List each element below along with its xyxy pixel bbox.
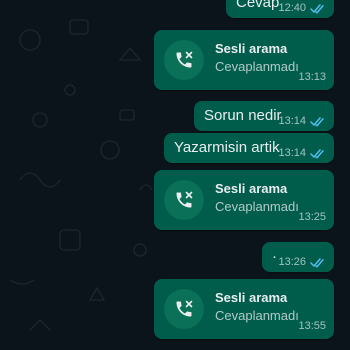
- call-icon-container: [164, 289, 204, 329]
- read-receipt-icon: [310, 116, 324, 127]
- message-time: 13:55: [298, 320, 326, 332]
- call-status: Cevaplanmadı: [215, 199, 299, 214]
- message-text: Sorun nedir: [204, 107, 282, 124]
- call-icon-container: [164, 180, 204, 220]
- message-text: Yazarmisin artik: [174, 139, 280, 156]
- message-text: Cevap: [236, 0, 280, 11]
- call-title: Sesli arama: [215, 181, 288, 196]
- call-title: Sesli arama: [215, 41, 288, 56]
- message-time: 13:25: [298, 211, 326, 223]
- message-meta: 13:26: [278, 256, 326, 268]
- missed-call-bubble[interactable]: Sesli arama Cevaplanmadı 13:55: [154, 279, 334, 339]
- call-status: Cevaplanmadı: [215, 308, 299, 323]
- message-bubble[interactable]: · 13:26: [262, 242, 334, 272]
- message-bubble[interactable]: Cevap 12:40: [226, 0, 334, 18]
- message-meta: 13:14: [278, 115, 326, 127]
- missed-call-icon: [176, 51, 193, 68]
- read-receipt-icon: [310, 148, 324, 159]
- message-meta: 12:40: [278, 2, 326, 14]
- message-time: 12:40: [278, 2, 306, 14]
- missed-call-bubble[interactable]: Sesli arama Cevaplanmadı 13:25: [154, 170, 334, 230]
- missed-call-icon: [176, 300, 193, 317]
- message-time: 13:14: [278, 147, 306, 159]
- read-receipt-icon: [310, 3, 324, 14]
- chat-messages[interactable]: Cevap 12:40 Sesli arama Cevaplanmadı 13:…: [0, 0, 350, 350]
- message-bubble[interactable]: Yazarmisin artik 13:14: [164, 133, 334, 163]
- message-time: 13:26: [278, 256, 306, 268]
- message-time: 13:13: [298, 71, 326, 83]
- call-title: Sesli arama: [215, 290, 288, 305]
- message-bubble[interactable]: Sorun nedir 13:14: [194, 101, 334, 131]
- message-meta: 13:14: [278, 147, 326, 159]
- missed-call-icon: [176, 191, 193, 208]
- call-status: Cevaplanmadı: [215, 59, 299, 74]
- message-text: ·: [272, 248, 277, 265]
- missed-call-bubble[interactable]: Sesli arama Cevaplanmadı 13:13: [154, 30, 334, 90]
- read-receipt-icon: [310, 257, 324, 268]
- call-icon-container: [164, 40, 204, 80]
- message-time: 13:14: [278, 115, 306, 127]
